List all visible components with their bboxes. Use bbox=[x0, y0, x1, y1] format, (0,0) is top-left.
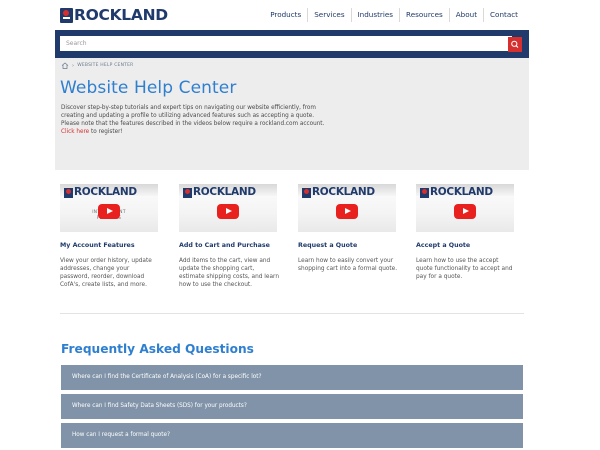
video-card: ROCKLAND ACC TE Accept a Quote Learn how… bbox=[416, 184, 516, 281]
rockland-logo-icon bbox=[64, 187, 73, 198]
video-thumbnail[interactable]: ROCKLAND AD RT bbox=[179, 184, 277, 232]
faq-item[interactable]: Where can I find the Certificate of Anal… bbox=[61, 365, 523, 390]
thumbnail-brand: ROCKLAND bbox=[74, 186, 137, 198]
video-thumbnail[interactable]: ROCKLAND INTRO COUNT FEATURES bbox=[60, 184, 158, 232]
search-icon bbox=[511, 40, 519, 48]
search-bar bbox=[55, 30, 529, 58]
video-title[interactable]: Accept a Quote bbox=[416, 242, 516, 249]
chevron-right-icon: › bbox=[72, 62, 75, 69]
video-title[interactable]: Request a Quote bbox=[298, 242, 398, 249]
breadcrumb-current: WEBSITE HELP CENTER bbox=[77, 63, 134, 68]
faq-item[interactable]: How can I request a formal quote? bbox=[61, 423, 523, 448]
thumbnail-brand: ROCKLAND bbox=[312, 186, 375, 198]
main-nav: Products Services Industries Resources A… bbox=[264, 8, 524, 22]
nav-industries[interactable]: Industries bbox=[352, 8, 401, 22]
play-icon[interactable] bbox=[217, 204, 239, 219]
video-thumbnail[interactable]: ROCKLAND CA TE bbox=[298, 184, 396, 232]
search-button[interactable] bbox=[508, 37, 522, 52]
nav-about[interactable]: About bbox=[450, 8, 485, 22]
rockland-logo-icon bbox=[302, 187, 311, 198]
play-icon[interactable] bbox=[454, 204, 476, 219]
page-title: Website Help Center bbox=[60, 78, 237, 98]
rockland-logo-icon bbox=[60, 7, 73, 23]
video-title[interactable]: My Account Features bbox=[60, 242, 160, 249]
intro-text: Discover step-by-step tutorials and expe… bbox=[61, 104, 326, 136]
rockland-logo-icon bbox=[183, 187, 192, 198]
nav-resources[interactable]: Resources bbox=[400, 8, 450, 22]
video-thumbnail[interactable]: ROCKLAND ACC TE bbox=[416, 184, 514, 232]
thumbnail-logo: ROCKLAND bbox=[302, 187, 375, 198]
video-description: Learn how to use the accept quote functi… bbox=[416, 258, 513, 280]
video-card: ROCKLAND AD RT Add to Cart and Purchase … bbox=[179, 184, 279, 289]
home-icon[interactable] bbox=[61, 62, 69, 69]
breadcrumb: › WEBSITE HELP CENTER bbox=[61, 62, 133, 69]
video-title[interactable]: Add to Cart and Purchase bbox=[179, 242, 279, 249]
intro-suffix: to register! bbox=[89, 129, 123, 135]
nav-services[interactable]: Services bbox=[308, 8, 352, 22]
site-header: ROCKLAND Products Services Industries Re… bbox=[0, 0, 600, 30]
faq-item[interactable]: Where can I find Safety Data Sheets (SDS… bbox=[61, 394, 523, 419]
thumbnail-logo: ROCKLAND bbox=[420, 187, 493, 198]
thumbnail-brand: ROCKLAND bbox=[430, 186, 493, 198]
faq-title: Frequently Asked Questions bbox=[61, 342, 254, 356]
register-link[interactable]: Click here bbox=[61, 129, 89, 135]
play-icon[interactable] bbox=[336, 204, 358, 219]
section-divider bbox=[60, 313, 524, 314]
rockland-logo-icon bbox=[420, 187, 429, 198]
video-card: ROCKLAND CA TE Request a Quote Learn how… bbox=[298, 184, 398, 273]
rockland-logo[interactable]: ROCKLAND bbox=[60, 7, 168, 23]
nav-contact[interactable]: Contact bbox=[484, 8, 524, 22]
thumbnail-logo: ROCKLAND bbox=[64, 187, 137, 198]
video-description: Add items to the cart, view and update t… bbox=[179, 258, 279, 288]
play-icon[interactable] bbox=[98, 204, 120, 219]
search-input[interactable] bbox=[60, 36, 512, 51]
video-description: View your order history, update addresse… bbox=[60, 258, 152, 288]
video-description: Learn how to easily convert your shoppin… bbox=[298, 258, 398, 272]
brand-name: ROCKLAND bbox=[74, 6, 168, 24]
nav-products[interactable]: Products bbox=[264, 8, 309, 22]
thumbnail-brand: ROCKLAND bbox=[193, 186, 256, 198]
video-card: ROCKLAND INTRO COUNT FEATURES My Account… bbox=[60, 184, 160, 289]
intro-body: Discover step-by-step tutorials and expe… bbox=[61, 105, 325, 127]
thumbnail-logo: ROCKLAND bbox=[183, 187, 256, 198]
